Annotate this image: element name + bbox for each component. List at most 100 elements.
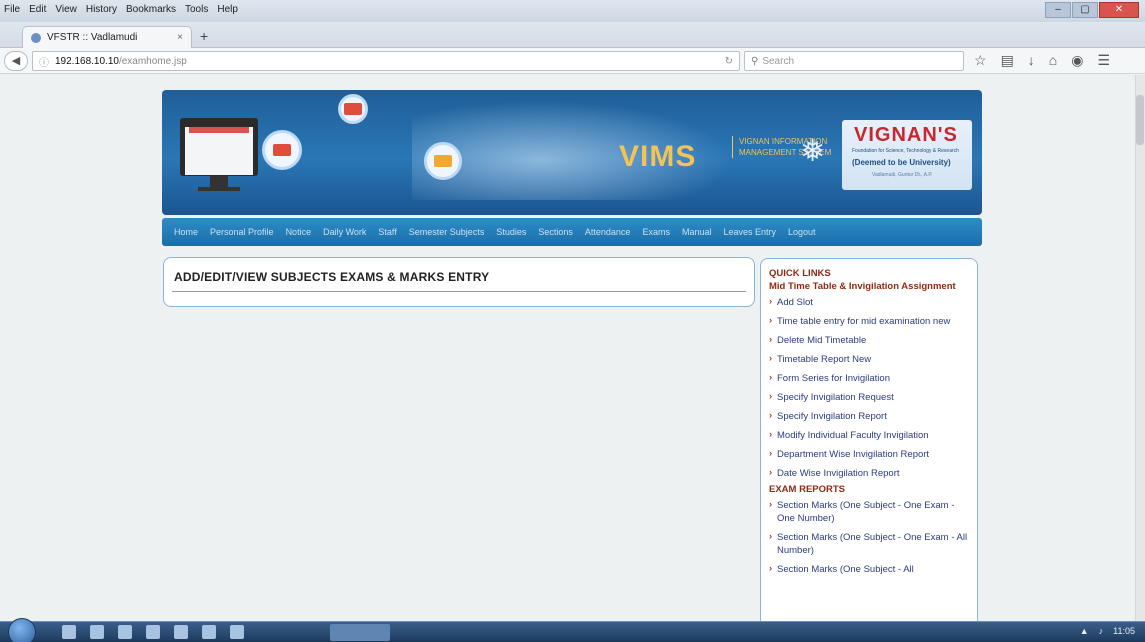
menu-help[interactable]: Help bbox=[217, 4, 238, 15]
navigation-bar: ◀ ⓘ 192.168.10.10 /examhome.jsp ↻ ⚲ Sear… bbox=[0, 48, 1145, 74]
link-section-marks-all-number[interactable]: Section Marks (One Subject - One Exam - … bbox=[769, 528, 971, 560]
link-date-invigilation-report[interactable]: Date Wise Invigilation Report bbox=[769, 464, 971, 483]
search-icon: ⚲ bbox=[751, 55, 759, 67]
new-tab-button[interactable]: + bbox=[200, 28, 208, 44]
vims-logo-text: VIMS bbox=[619, 140, 697, 173]
browser-menubar: File Edit View History Bookmarks Tools H… bbox=[4, 4, 238, 15]
os-taskbar: ▲ ♪ 11:05 bbox=[0, 618, 1145, 642]
menu-studies[interactable]: Studies bbox=[490, 227, 532, 237]
browser-tab[interactable]: VFSTR :: Vadlamudi × bbox=[22, 26, 192, 48]
title-divider bbox=[172, 291, 746, 292]
explorer-icon[interactable] bbox=[62, 625, 76, 639]
menu-history[interactable]: History bbox=[86, 4, 117, 15]
menu-semester-subjects[interactable]: Semester Subjects bbox=[403, 227, 491, 237]
menu-manual[interactable]: Manual bbox=[676, 227, 718, 237]
network-node-icon bbox=[424, 142, 462, 180]
section-heading-exam-reports: EXAM REPORTS bbox=[769, 484, 846, 495]
link-timetable-entry[interactable]: Time table entry for mid examination new bbox=[769, 312, 971, 331]
reload-icon[interactable]: ↻ bbox=[725, 56, 733, 67]
url-bar[interactable]: ⓘ 192.168.10.10 /examhome.jsp ↻ bbox=[32, 51, 740, 71]
vignan-logo: ❅ VIGNAN'S Foundation for Science, Techn… bbox=[800, 120, 972, 190]
main-content-panel: ADD/EDIT/VIEW SUBJECTS EXAMS & MARKS ENT… bbox=[163, 257, 755, 307]
network-icon[interactable]: ▲ bbox=[1080, 626, 1089, 636]
clock[interactable]: 11:05 bbox=[1113, 626, 1135, 636]
tab-close-icon[interactable]: × bbox=[177, 32, 183, 43]
ie-icon[interactable] bbox=[90, 625, 104, 639]
downloads-icon[interactable]: ↓ bbox=[1028, 52, 1035, 69]
university-tagline: Foundation for Science, Technology & Res… bbox=[852, 148, 959, 154]
app-icon[interactable] bbox=[174, 625, 188, 639]
site-info-icon[interactable]: ⓘ bbox=[39, 54, 49, 69]
maximize-button[interactable]: ▢ bbox=[1072, 2, 1098, 18]
menu-personal-profile[interactable]: Personal Profile bbox=[204, 227, 280, 237]
home-icon[interactable]: ⌂ bbox=[1049, 52, 1057, 69]
minimize-button[interactable]: – bbox=[1045, 2, 1071, 18]
link-specify-invigilation-request[interactable]: Specify Invigilation Request bbox=[769, 388, 971, 407]
page-scrollbar[interactable] bbox=[1135, 75, 1145, 621]
bookmark-star-icon[interactable]: ☆ bbox=[974, 52, 987, 69]
link-section-marks-one-number[interactable]: Section Marks (One Subject - One Exam - … bbox=[769, 496, 971, 528]
menu-attendance[interactable]: Attendance bbox=[579, 227, 637, 237]
network-node-icon bbox=[338, 94, 368, 124]
menu-bookmarks[interactable]: Bookmarks bbox=[126, 4, 176, 15]
tab-strip: VFSTR :: Vadlamudi × + bbox=[0, 22, 1145, 48]
chrome-icon[interactable] bbox=[118, 625, 132, 639]
firefox-taskbar-button[interactable] bbox=[330, 624, 390, 641]
link-section-marks-all[interactable]: Section Marks (One Subject - All bbox=[769, 560, 971, 579]
link-form-series[interactable]: Form Series for Invigilation bbox=[769, 369, 971, 388]
quick-links-heading: QUICK LINKS bbox=[769, 268, 831, 279]
monitor-illustration bbox=[180, 118, 258, 176]
scrollbar-thumb[interactable] bbox=[1136, 95, 1144, 145]
app-icon[interactable] bbox=[230, 625, 244, 639]
link-add-slot[interactable]: Add Slot bbox=[769, 293, 971, 312]
start-button[interactable] bbox=[8, 618, 36, 642]
menu-daily-work[interactable]: Daily Work bbox=[317, 227, 372, 237]
vignan-emblem-icon: ❅ bbox=[800, 135, 826, 168]
menu-home[interactable]: Home bbox=[168, 227, 204, 237]
link-specify-invigilation-report[interactable]: Specify Invigilation Report bbox=[769, 407, 971, 426]
link-modify-faculty-invigilation[interactable]: Modify Individual Faculty Invigilation bbox=[769, 426, 971, 445]
volume-icon[interactable]: ♪ bbox=[1099, 626, 1104, 636]
menu-staff[interactable]: Staff bbox=[372, 227, 402, 237]
window-controls: – ▢ ✕ bbox=[1045, 2, 1139, 18]
menu-sections[interactable]: Sections bbox=[532, 227, 579, 237]
library-icon[interactable]: ▤ bbox=[1001, 52, 1014, 69]
browser-toolbar-icons: ☆ ▤ ↓ ⌂ ◉ ☰ bbox=[974, 52, 1110, 69]
menu-edit[interactable]: Edit bbox=[29, 4, 46, 15]
link-delete-mid-timetable[interactable]: Delete Mid Timetable bbox=[769, 331, 971, 350]
menu-logout[interactable]: Logout bbox=[782, 227, 822, 237]
link-timetable-report[interactable]: Timetable Report New bbox=[769, 350, 971, 369]
pocket-icon[interactable]: ◉ bbox=[1071, 52, 1083, 69]
app-icon[interactable] bbox=[146, 625, 160, 639]
menu-file[interactable]: File bbox=[4, 4, 20, 15]
taskbar-pinned-apps bbox=[62, 625, 244, 639]
search-placeholder: Search bbox=[762, 55, 795, 67]
page-title: ADD/EDIT/VIEW SUBJECTS EXAMS & MARKS ENT… bbox=[174, 270, 490, 284]
university-status: (Deemed to be University) bbox=[852, 158, 951, 167]
section-heading-invigilation: Mid Time Table & Invigilation Assignment bbox=[769, 281, 956, 292]
site-banner: VIMS VIGNAN INFORMATION MANAGEMENT SYSTE… bbox=[162, 90, 982, 215]
menu-notice[interactable]: Notice bbox=[280, 227, 318, 237]
university-name: VIGNAN'S bbox=[854, 124, 958, 146]
link-department-invigilation-report[interactable]: Department Wise Invigilation Report bbox=[769, 445, 971, 464]
system-tray: ▲ ♪ 11:05 bbox=[1080, 626, 1135, 636]
favicon-icon bbox=[31, 32, 41, 43]
quick-links-panel: QUICK LINKS Mid Time Table & Invigilatio… bbox=[760, 258, 978, 638]
invigilation-links-list: Add Slot Time table entry for mid examin… bbox=[769, 293, 971, 483]
site-main-menu: Home Personal Profile Notice Daily Work … bbox=[162, 218, 982, 246]
network-node-icon bbox=[262, 130, 302, 170]
exam-reports-list: Section Marks (One Subject - One Exam - … bbox=[769, 496, 971, 579]
menu-tools[interactable]: Tools bbox=[185, 4, 208, 15]
menu-leaves-entry[interactable]: Leaves Entry bbox=[717, 227, 782, 237]
close-window-button[interactable]: ✕ bbox=[1099, 2, 1139, 18]
window-titlebar: File Edit View History Bookmarks Tools H… bbox=[0, 0, 1145, 22]
menu-exams[interactable]: Exams bbox=[636, 227, 676, 237]
url-path: /examhome.jsp bbox=[118, 55, 187, 67]
url-host: 192.168.10.10 bbox=[55, 55, 119, 67]
university-address: Vadlamudi, Guntur Dt., A.P. bbox=[872, 172, 933, 178]
back-button[interactable]: ◀ bbox=[4, 51, 28, 71]
search-input[interactable]: ⚲ Search bbox=[744, 51, 964, 71]
app-icon[interactable] bbox=[202, 625, 216, 639]
menu-view[interactable]: View bbox=[55, 4, 77, 15]
hamburger-menu-icon[interactable]: ☰ bbox=[1097, 52, 1110, 69]
